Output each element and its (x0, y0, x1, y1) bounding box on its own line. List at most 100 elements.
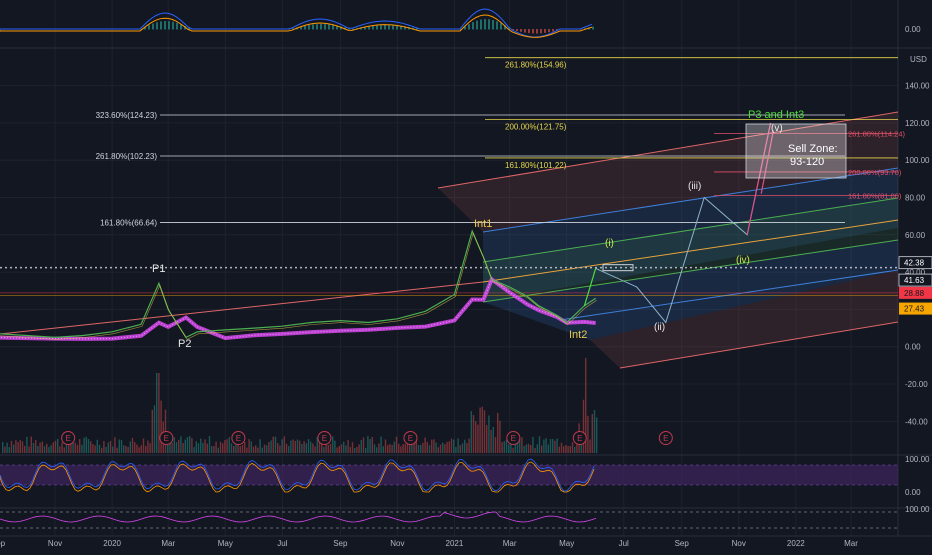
fib-left-label-0: 323.60%(124.23) (96, 111, 158, 120)
volume-bar (466, 443, 468, 453)
fib-right-label-1: 200.00%(93.70) (848, 168, 902, 177)
volume-bar (303, 441, 305, 453)
macd-histogram-bar (176, 22, 178, 30)
volume-bar (382, 446, 384, 453)
fib-left-label-1: 261.80%(102.23) (96, 152, 158, 161)
volume-bar (263, 444, 266, 453)
volume-bar (226, 439, 228, 453)
macd-histogram-bar (160, 21, 162, 30)
volume-bar (455, 446, 457, 453)
volume-bar (362, 437, 365, 453)
volume-bar (521, 437, 523, 453)
volume-bar (384, 439, 387, 453)
macd-histogram-bar (524, 29, 526, 33)
volume-bar (193, 447, 195, 453)
volume-bar (545, 438, 547, 453)
macd-histogram-bar (544, 29, 546, 33)
volume-bar (404, 444, 406, 453)
volume-bar (453, 439, 455, 453)
volume-bar (486, 425, 488, 453)
volume-bar (204, 439, 206, 453)
volume-bar (270, 440, 272, 453)
time-axis-tick-8: 2021 (446, 539, 464, 548)
price-axis-tick-1: 120.00 (905, 119, 930, 128)
earnings-marker-label-7: E (663, 434, 668, 443)
volume-bar (131, 437, 134, 453)
macd-histogram-bar (172, 21, 174, 30)
volume-bar (538, 436, 541, 453)
volume-bar (428, 445, 431, 453)
volume-bar (83, 437, 85, 453)
volume-bar (63, 447, 65, 453)
volume-bar (211, 446, 213, 453)
volume-bar (217, 447, 219, 453)
macd-histogram-bar (352, 28, 354, 30)
volume-bar (32, 442, 35, 453)
macd-histogram-bar (552, 29, 554, 32)
time-axis-tick-10: May (559, 539, 574, 548)
volume-bar (147, 440, 149, 453)
volume-bar (591, 414, 593, 453)
sell-zone-label-line2: 93-120 (790, 156, 824, 168)
label-int1: Int1 (474, 218, 492, 230)
volume-bar (61, 442, 63, 453)
volume-bar (54, 440, 57, 453)
volume-bar (136, 444, 138, 453)
volume-bar (497, 412, 499, 453)
volume-bar (255, 445, 257, 453)
volume-bar (228, 437, 230, 453)
volume-bar (274, 436, 277, 453)
macd-histogram-bar (548, 29, 550, 33)
volume-bar (527, 443, 530, 453)
volume-bar (398, 443, 400, 453)
chart-canvas[interactable]: 0.00 323.60%(124.23) 261.80%(102.23) 161.8… (0, 0, 932, 550)
volume-bar (505, 439, 508, 453)
volume-bar (470, 411, 472, 453)
volume-bar (290, 440, 292, 453)
label-int2: Int2 (569, 329, 587, 341)
macd-histogram-bar (492, 19, 494, 30)
volume-bar (116, 447, 118, 453)
volume-bar (101, 447, 103, 453)
volume-bar (81, 444, 83, 453)
volume-bar (125, 445, 127, 453)
volume-bar (13, 444, 15, 453)
volume-bar (549, 438, 552, 453)
volume-bar (206, 443, 208, 453)
macd-histogram-bar (476, 20, 478, 30)
fib-left-label-2: 161.80%(66.64) (100, 218, 157, 227)
macd-histogram-bar (168, 21, 170, 30)
volume-bar (230, 443, 233, 453)
volume-bar (512, 447, 514, 453)
volume-bar (145, 446, 147, 453)
volume-bar (94, 445, 96, 453)
volume-bar (39, 442, 41, 453)
volume-bar (79, 439, 81, 453)
volume-bar (371, 437, 373, 453)
volume-bar (442, 442, 444, 453)
volume-bar (565, 444, 567, 453)
volume-bar (351, 442, 354, 453)
volume-bar (109, 440, 112, 453)
time-axis-tick-12: Sep (675, 539, 690, 548)
volume-bar (48, 447, 50, 453)
volume-bar (483, 410, 486, 453)
label-wave-ii: (ii) (654, 322, 665, 333)
volume-bar (50, 445, 52, 453)
volume-bar (123, 445, 125, 453)
volume-bar (17, 442, 19, 453)
volume-bar (224, 440, 226, 453)
volume-bar (239, 446, 241, 453)
volume-bar (582, 399, 585, 453)
volume-bar (391, 444, 393, 453)
macd-histogram-bar (312, 24, 314, 30)
stock-chart[interactable]: 0.00 323.60%(124.23) 261.80%(102.23) 161.8… (0, 0, 932, 550)
sell-zone-label-line1: Sell Zone: (788, 143, 838, 155)
volume-bar (543, 439, 545, 453)
volume-bar (468, 438, 470, 453)
volume-bar (222, 443, 224, 453)
volume-bar (349, 446, 351, 453)
macd-histogram-bar (372, 25, 374, 30)
sell-zone-box[interactable]: Sell Zone: 93-120 (745, 123, 847, 179)
volume-bar (252, 446, 255, 453)
